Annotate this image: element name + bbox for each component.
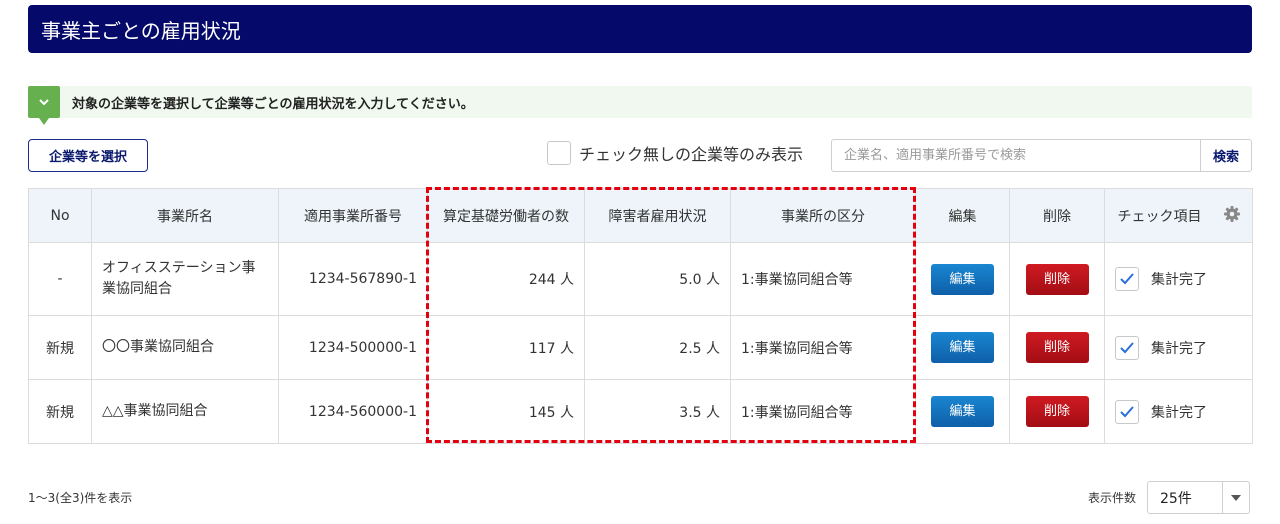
cell-employment-status: 5.0 人	[584, 242, 731, 316]
cell-office-name: 〇〇事業協同組合	[91, 315, 279, 380]
table-row: 新規 △△事業協同組合 1234-560000-1 145 人 3.5 人 1:…	[28, 379, 1253, 444]
cell-office-number: 1234-560000-1	[278, 379, 428, 444]
column-header-workers: 算定基礎労働者の数	[427, 188, 585, 243]
cell-no: -	[28, 242, 92, 316]
page-title: 事業主ごとの雇用状況	[41, 18, 241, 43]
column-header-check-items: チェック項目	[1104, 188, 1253, 243]
cell-workers: 117 人	[427, 315, 585, 380]
per-page-select[interactable]: 25件	[1147, 481, 1251, 514]
edit-button[interactable]: 編集	[931, 332, 994, 363]
table-header-row: No 事業所名 適用事業所番号 算定基礎労働者の数 障害者雇用状況 事業所の区分…	[28, 188, 1253, 243]
cell-check: 集計完了	[1104, 242, 1253, 316]
column-header-no: No	[28, 188, 92, 243]
edit-button[interactable]: 編集	[931, 263, 994, 295]
column-header-office-category: 事業所の区分	[730, 188, 916, 243]
cell-check: 集計完了	[1104, 379, 1253, 444]
check-label: 集計完了	[1151, 404, 1207, 421]
notice-text: 対象の企業等を選択して企業等ごとの雇用状況を入力してください。	[72, 96, 474, 112]
column-header-office-name: 事業所名	[91, 188, 279, 243]
gear-icon[interactable]	[1223, 205, 1240, 226]
filter-label: チェック無しの企業等のみ表示	[579, 145, 804, 164]
search-button[interactable]: 検索	[1200, 140, 1251, 171]
check-label: 集計完了	[1151, 272, 1207, 288]
aggregation-complete-checkbox[interactable]	[1115, 335, 1139, 360]
cell-workers: 244 人	[427, 242, 585, 316]
cell-employment-status: 2.5 人	[584, 315, 731, 380]
table-row: 新規 〇〇事業協同組合 1234-500000-1 117 人 2.5 人 1:…	[28, 315, 1253, 380]
column-header-edit: 編集	[915, 188, 1010, 243]
cell-delete: 削除	[1009, 242, 1105, 316]
per-page-value: 25件	[1160, 490, 1192, 507]
cell-edit: 編集	[915, 242, 1010, 316]
per-page-label: 表示件数	[1088, 491, 1137, 505]
search-bar: 検索	[831, 139, 1252, 172]
column-header-employment-status: 障害者雇用状況	[584, 188, 731, 243]
unchecked-only-filter[interactable]: チェック無しの企業等のみ表示	[547, 141, 803, 165]
cell-delete: 削除	[1009, 379, 1105, 444]
cell-no: 新規	[28, 315, 92, 380]
check-label: 集計完了	[1151, 340, 1207, 357]
cell-employment-status: 3.5 人	[584, 379, 731, 444]
instruction-notice: 対象の企業等を選択して企業等ごとの雇用状況を入力してください。	[28, 86, 1252, 125]
cell-office-category: 1:事業協同組合等	[730, 315, 916, 380]
column-header-delete: 削除	[1009, 188, 1105, 243]
cell-edit: 編集	[915, 379, 1010, 444]
chevron-down-icon	[28, 86, 60, 125]
cell-no: 新規	[28, 379, 92, 444]
cell-office-category: 1:事業協同組合等	[730, 379, 916, 444]
cell-check: 集計完了	[1104, 315, 1253, 380]
chevron-down-icon[interactable]	[1222, 482, 1249, 513]
delete-button[interactable]: 削除	[1025, 263, 1089, 295]
edit-button[interactable]: 編集	[931, 396, 994, 427]
cell-office-number: 1234-500000-1	[278, 315, 428, 380]
page-header: 事業主ごとの雇用状況	[28, 5, 1252, 53]
cell-edit: 編集	[915, 315, 1010, 380]
select-company-button[interactable]: 企業等を選択	[28, 139, 148, 172]
check-items-label: チェック項目	[1117, 208, 1202, 225]
aggregation-complete-checkbox[interactable]	[1115, 267, 1139, 291]
filter-checkbox[interactable]	[547, 141, 571, 165]
delete-button[interactable]: 削除	[1025, 396, 1089, 427]
search-input[interactable]	[832, 140, 1200, 171]
column-header-office-number: 適用事業所番号	[278, 188, 428, 243]
employment-table: No 事業所名 適用事業所番号 算定基礎労働者の数 障害者雇用状況 事業所の区分…	[28, 188, 1253, 444]
cell-workers: 145 人	[427, 379, 585, 444]
table-row: - オフィスステーション事業協同組合 1234-567890-1 244 人 5…	[28, 242, 1253, 316]
cell-office-name: △△事業協同組合	[91, 379, 279, 444]
delete-button[interactable]: 削除	[1025, 332, 1089, 363]
cell-delete: 削除	[1009, 315, 1105, 380]
cell-office-name: オフィスステーション事業協同組合	[91, 242, 279, 316]
cell-office-number: 1234-567890-1	[278, 242, 428, 316]
cell-office-category: 1:事業協同組合等	[730, 242, 916, 316]
result-count: 1〜3(全3)件を表示	[28, 491, 133, 505]
per-page-control: 表示件数 25件	[1088, 481, 1251, 514]
aggregation-complete-checkbox[interactable]	[1115, 399, 1139, 424]
